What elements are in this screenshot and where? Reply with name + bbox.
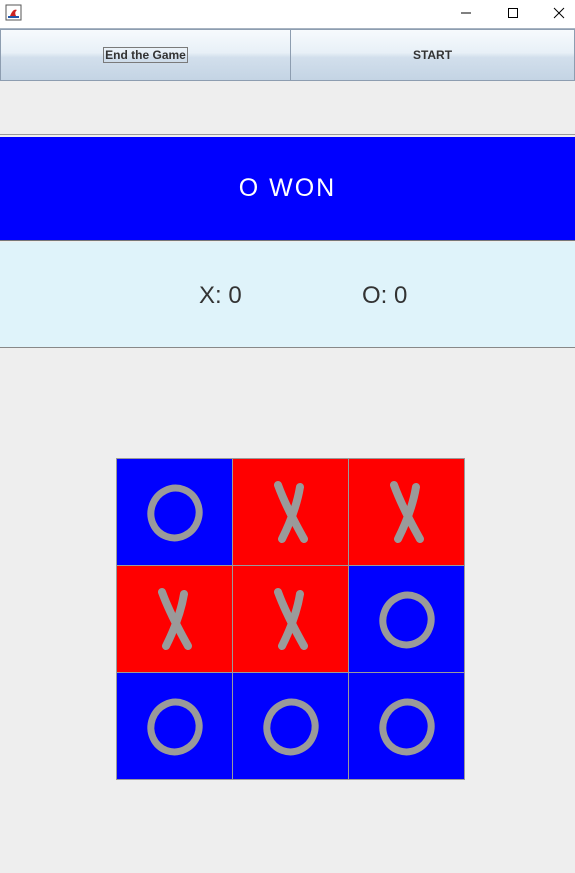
o-mark-icon bbox=[378, 591, 435, 649]
o-score: O: 0 bbox=[362, 282, 408, 309]
x-mark-icon bbox=[273, 588, 308, 650]
game-board bbox=[116, 458, 465, 780]
close-icon bbox=[553, 7, 565, 19]
board-cell[interactable] bbox=[348, 458, 465, 566]
minimize-icon bbox=[461, 12, 471, 14]
o-mark-icon bbox=[146, 484, 203, 542]
toolbar: End the Game START bbox=[0, 28, 575, 81]
java-app-icon bbox=[5, 4, 22, 21]
end-game-label: End the Game bbox=[103, 47, 188, 63]
o-mark-icon bbox=[378, 698, 435, 756]
maximize-button[interactable] bbox=[490, 0, 536, 26]
start-button[interactable]: START bbox=[290, 29, 575, 81]
x-mark-icon bbox=[273, 481, 308, 543]
board-cell[interactable] bbox=[232, 458, 349, 566]
score-panel: X: 0 O: 0 bbox=[0, 242, 575, 348]
end-game-button[interactable]: End the Game bbox=[0, 29, 291, 81]
board-cell[interactable] bbox=[348, 672, 465, 780]
o-mark-icon bbox=[262, 698, 319, 756]
close-button[interactable] bbox=[536, 0, 575, 26]
board-cell[interactable] bbox=[232, 565, 349, 673]
divider bbox=[0, 134, 575, 135]
x-mark-icon bbox=[157, 588, 192, 650]
maximize-icon bbox=[508, 8, 518, 18]
board-cell[interactable] bbox=[232, 672, 349, 780]
result-banner: O WON bbox=[0, 137, 575, 241]
x-mark-icon bbox=[389, 481, 424, 543]
board-cell[interactable] bbox=[116, 458, 233, 566]
board-cell[interactable] bbox=[348, 565, 465, 673]
title-bar bbox=[0, 0, 575, 28]
result-text: O WON bbox=[238, 174, 337, 202]
start-label: START bbox=[412, 48, 453, 62]
x-score: X: 0 bbox=[199, 282, 242, 309]
board-cell[interactable] bbox=[116, 565, 233, 673]
o-mark-icon bbox=[146, 698, 203, 756]
board-cell[interactable] bbox=[116, 672, 233, 780]
minimize-button[interactable] bbox=[443, 0, 489, 26]
